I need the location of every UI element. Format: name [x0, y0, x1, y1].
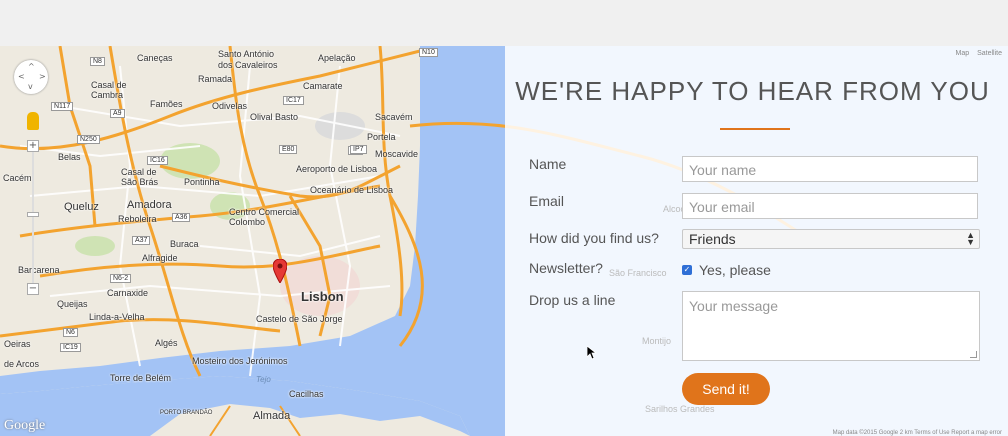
map-label: Amadora	[127, 199, 172, 211]
road-marker: N117	[51, 102, 74, 111]
select-arrows-icon: ▲ ▼	[966, 230, 975, 247]
map-label: Ramada	[198, 74, 233, 84]
found-us-select[interactable]: Friends ▲ ▼	[682, 229, 980, 249]
resize-grip-icon[interactable]	[970, 351, 977, 358]
map-label: Mosteiro dos Jerónimos	[192, 356, 288, 366]
found-us-label: How did you find us?	[529, 230, 659, 246]
newsletter-label: Newsletter?	[529, 260, 603, 276]
map-type-map[interactable]: Map	[956, 50, 970, 57]
map-label: Queluz	[64, 201, 99, 213]
page-title: WE'RE HAPPY TO HEAR FROM YOU	[515, 76, 990, 106]
pan-control[interactable]: ^ < > v	[14, 60, 48, 94]
map-label: Belas	[58, 152, 81, 162]
map-label: Cambra	[91, 90, 124, 100]
map-label: São Brás	[121, 177, 159, 187]
map-label: Portela	[367, 132, 396, 142]
road-marker: E80	[279, 145, 298, 154]
map-label: Camarate	[303, 81, 343, 91]
newsletter-option-label[interactable]: Yes, please	[699, 262, 771, 278]
map-label: de Arcos	[4, 359, 40, 369]
map-label: Carnaxide	[107, 288, 149, 298]
zoom-track[interactable]	[32, 152, 34, 283]
road-marker: N250	[77, 135, 100, 144]
title-divider	[720, 128, 790, 130]
pan-left-icon[interactable]: <	[18, 72, 25, 81]
map-label: Sacavém	[375, 112, 413, 122]
map-type-control[interactable]: Map Satellite	[950, 50, 1002, 57]
pan-right-icon[interactable]: >	[39, 72, 46, 81]
name-label: Name	[529, 156, 567, 172]
map-label: Buraca	[170, 239, 199, 249]
message-label: Drop us a line	[529, 292, 616, 308]
zoom-slider-knob[interactable]	[27, 212, 39, 217]
map-label: Montijo	[642, 336, 672, 346]
map-label: Moscavide	[375, 149, 419, 159]
name-field[interactable]: Your name	[682, 156, 978, 182]
map-label: Casal de	[91, 80, 127, 90]
map-label: Oeiras	[4, 339, 31, 349]
road-marker: N8	[90, 57, 105, 66]
road-marker: A36	[172, 213, 191, 222]
map-label: Apelação	[318, 53, 356, 63]
road-marker: IC17	[283, 96, 304, 105]
map-label: Pontinha	[184, 177, 220, 187]
road-marker: IC16	[147, 156, 168, 165]
email-label: Email	[529, 193, 565, 209]
newsletter-checkbox[interactable]: ✓	[682, 265, 692, 275]
zoom-control[interactable]: + −	[27, 140, 39, 295]
map-label: Alfragide	[142, 253, 178, 263]
zoom-out-button[interactable]: −	[27, 283, 39, 295]
map-label: Famões	[150, 99, 183, 109]
pegman-icon[interactable]	[27, 112, 39, 130]
map-label: dos Cavaleiros	[218, 60, 278, 70]
map-label-lisbon: Lisbon	[301, 289, 344, 304]
map-label: Colombo	[229, 217, 266, 227]
map-label: Oceanário de Lisboa	[310, 185, 394, 195]
road-marker: A9	[110, 109, 125, 118]
map-label: Queijas	[57, 299, 88, 309]
map-label: Aeroporto de Lisboa	[296, 164, 378, 174]
map-label: Centro Comercial	[229, 207, 300, 217]
map-label: Castelo de São Jorge	[256, 314, 343, 324]
map-label: Caneças	[137, 53, 173, 63]
found-us-value: Friends	[689, 231, 736, 247]
map-label: Reboleira	[118, 214, 157, 224]
google-logo[interactable]: Google	[4, 418, 45, 434]
top-bar	[0, 0, 1008, 46]
send-button[interactable]: Send it!	[682, 373, 770, 405]
map-label: Torre de Belém	[110, 373, 172, 383]
map-label: Cacilhas	[289, 389, 324, 399]
map-label: Odivelas	[212, 101, 248, 111]
map-attribution[interactable]: Map data ©2015 Google 2 km Terms of Use …	[833, 430, 1002, 436]
map-label-water: Tejo	[256, 375, 271, 384]
map-label: Olival Basto	[250, 112, 299, 122]
map-label: Algés	[155, 338, 178, 348]
road-marker: N10	[419, 48, 438, 57]
map-label: Linda-a-Velha	[89, 312, 145, 322]
road-marker: N6-2	[110, 274, 132, 283]
map-label: Santo António	[218, 49, 275, 59]
map-label: PORTO BRANDÃO	[160, 410, 213, 416]
road-marker: N6	[63, 328, 78, 337]
pan-down-icon[interactable]: v	[28, 82, 33, 91]
message-textarea[interactable]: Your message	[682, 291, 980, 361]
road-marker: A37	[132, 236, 151, 245]
road-marker: IC19	[60, 343, 81, 352]
zoom-in-button[interactable]: +	[27, 140, 39, 152]
contact-panel: Map Satellite São Francisco Montijo Sari…	[505, 46, 1008, 436]
map-label: Sarilhos Grandes	[645, 404, 715, 414]
pan-up-icon[interactable]: ^	[28, 62, 35, 71]
road-marker: IP7	[350, 145, 367, 154]
map-label: São Francisco	[609, 268, 667, 278]
map-label: Casal de	[121, 167, 157, 177]
map-label: Almada	[253, 410, 291, 422]
message-placeholder: Your message	[689, 298, 778, 314]
map-type-satellite[interactable]: Satellite	[977, 50, 1002, 57]
email-field[interactable]: Your email	[682, 193, 978, 219]
mouse-cursor-icon	[586, 345, 598, 363]
